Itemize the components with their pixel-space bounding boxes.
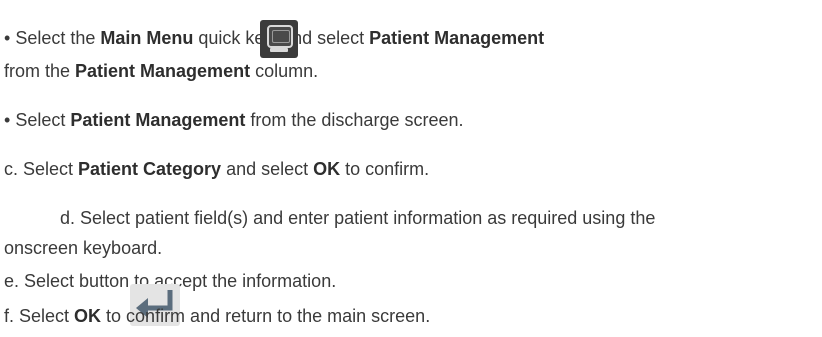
step-b-line: • Select Patient Management from the dis… (4, 110, 464, 130)
patient-management-column-label: Patient Management (75, 61, 251, 81)
main-menu-label: Main Menu (100, 28, 194, 48)
main-menu-monitor-icon (260, 20, 298, 58)
step-d-line-1: d. Select patient field(s) and enter pat… (60, 208, 656, 228)
patient-management-label: Patient Management (70, 110, 246, 130)
step-a-line-2: from the Patient Management column. (4, 61, 319, 81)
ok-label: OK (313, 159, 341, 179)
patient-management-label: Patient Management (369, 28, 545, 48)
patient-category-label: Patient Category (78, 159, 222, 179)
ok-label: OK (74, 306, 102, 326)
step-f-line: f. Select OK to confirm and return to th… (4, 306, 431, 326)
step-d-line-2: onscreen keyboard. (4, 238, 163, 258)
step-c-line: c. Select Patient Category and select OK… (4, 159, 430, 179)
